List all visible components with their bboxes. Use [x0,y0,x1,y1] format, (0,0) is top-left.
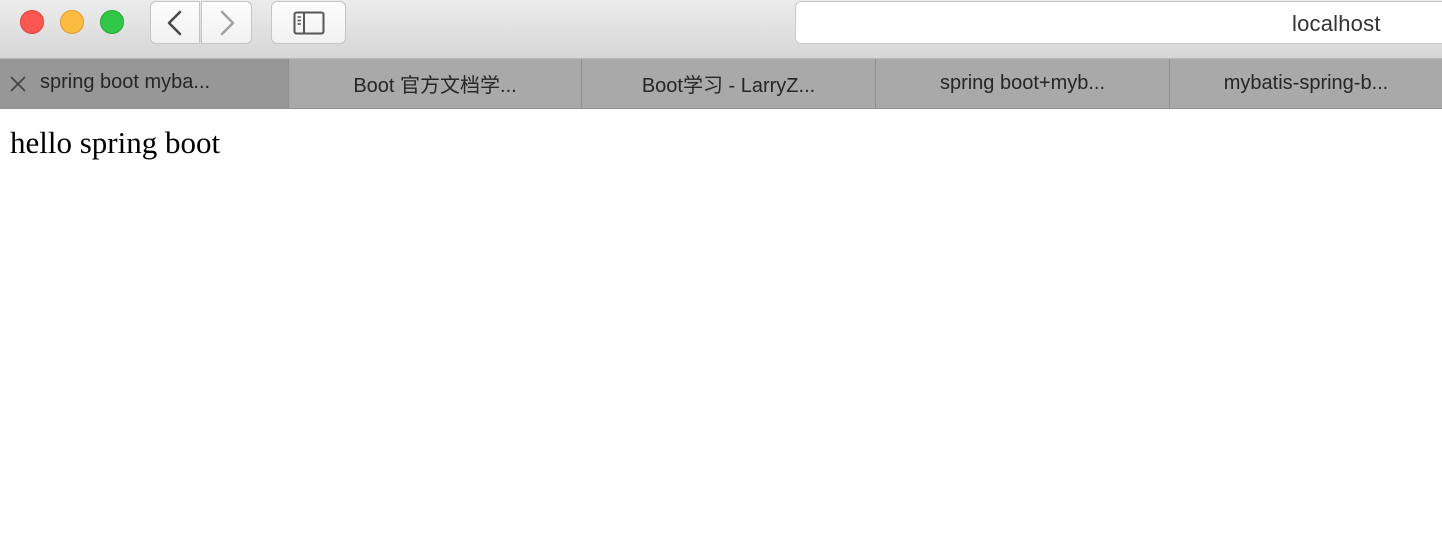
back-button[interactable] [150,1,200,44]
tab-label: Boot 官方文档学... [353,75,517,97]
window-minimize-button[interactable] [60,10,84,34]
chevron-left-icon [167,10,182,35]
tab-mybatis-spring-boot[interactable]: mybatis-spring-b... [1169,59,1442,108]
tab-label: Boot学习 - LarryZ... [641,75,816,97]
tab-boot-docs[interactable]: Boot 官方文档学... [288,59,581,108]
page-body-text: hello spring boot [10,125,221,160]
tab-boot-learning[interactable]: Boot学习 - LarryZ... [581,59,875,108]
tab-bar: spring boot myba... Boot 官方文档学... Boot学习… [0,59,1442,109]
address-bar[interactable]: localhost [795,1,1442,44]
address-text: localhost [1292,11,1381,36]
window-maximize-button[interactable] [100,10,124,34]
tab-spring-boot-mybatis[interactable]: spring boot myba... [0,59,288,108]
tab-label: spring boot+myb... [939,72,1106,94]
forward-button[interactable] [201,1,252,44]
tab-spring-boot-mybatis-2[interactable]: spring boot+myb... [875,59,1169,108]
sidebar-toggle-button[interactable] [271,1,346,44]
chevron-right-icon [220,10,234,35]
sidebar-icon [293,11,324,34]
tab-label: mybatis-spring-b... [1223,72,1389,94]
browser-toolbar: localhost [0,0,1442,59]
window-close-button[interactable] [20,10,44,34]
tab-label: spring boot myba... [40,71,211,93]
close-tab-icon[interactable] [8,74,28,94]
